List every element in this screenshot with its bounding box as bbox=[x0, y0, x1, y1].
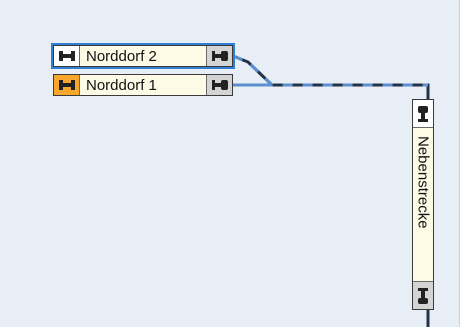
track-end-icon bbox=[211, 51, 228, 61]
track-label: Norddorf 2 bbox=[80, 46, 206, 66]
track-label: Nebenstrecke bbox=[414, 136, 432, 229]
connection-highlight-norddorf-2 bbox=[232, 54, 428, 87]
track-label-vertical: Nebenstrecke bbox=[413, 128, 433, 281]
track-norddorf-2[interactable]: Norddorf 2 bbox=[51, 43, 235, 69]
track-label: Norddorf 1 bbox=[80, 75, 206, 95]
track-end-left[interactable] bbox=[54, 46, 80, 66]
track-end-right[interactable] bbox=[206, 75, 232, 95]
buffer-stop-icon bbox=[58, 51, 75, 61]
track-norddorf-1[interactable]: Norddorf 1 bbox=[53, 74, 233, 96]
track-end-right[interactable] bbox=[206, 46, 232, 66]
buffer-stop-icon bbox=[418, 287, 428, 304]
connection-line-norddorf-2 bbox=[232, 54, 430, 99]
track-end-icon bbox=[418, 105, 428, 122]
track-end-top[interactable] bbox=[413, 100, 433, 128]
track-end-left[interactable] bbox=[54, 75, 80, 95]
track-plan-canvas[interactable]: Norddorf 2 Norddorf 1 Nebenstrecke bbox=[0, 0, 460, 327]
track-end-bottom[interactable] bbox=[413, 281, 433, 309]
track-end-icon bbox=[211, 80, 228, 90]
track-nebenstrecke[interactable]: Nebenstrecke bbox=[412, 99, 434, 310]
buffer-stop-icon bbox=[58, 80, 75, 90]
